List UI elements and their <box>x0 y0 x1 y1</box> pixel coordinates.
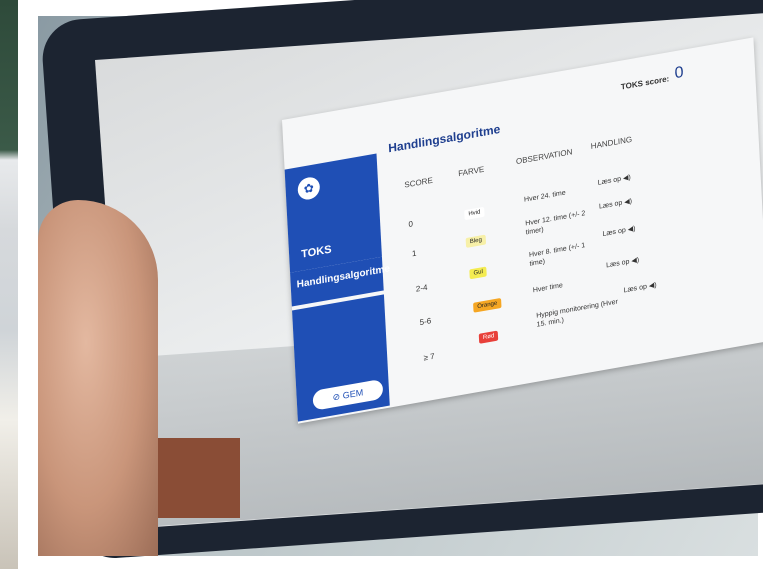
observation-text: Hver 24. time <box>523 189 566 204</box>
table-row-score: 0 <box>408 219 414 229</box>
page-title: Handlingsalgoritme <box>387 121 501 156</box>
color-badge: Hvid <box>464 206 485 221</box>
speaker-icon: ◀) <box>622 174 631 183</box>
color-badge: Orange <box>473 297 502 313</box>
sidebar-header <box>284 153 382 273</box>
background-photo-strip <box>0 0 18 569</box>
action-label: Læs op <box>623 283 648 295</box>
column-header-farve: FARVE <box>457 164 485 179</box>
speaker-icon: ◀) <box>627 225 636 234</box>
save-icon: ⊘ <box>332 390 343 403</box>
table-row-score: 1 <box>411 248 417 259</box>
brown-box <box>155 438 240 518</box>
table-row-score: ≥ 7 <box>423 351 435 363</box>
read-aloud-button[interactable]: Læs op ◀) <box>602 224 635 238</box>
action-label: Læs op <box>605 258 630 270</box>
column-header-observation: OBSERVATION <box>515 147 573 167</box>
sidebar: ✿ TOKS Handlingsalgoritme ⊘ GEM <box>284 149 418 424</box>
color-badge: Bleg <box>465 234 487 248</box>
observation-text: Hver 12. time (+/- 2 timer) <box>525 210 586 237</box>
table-row-score: 2-4 <box>415 282 428 294</box>
action-label: Læs op <box>597 175 622 187</box>
save-button-label: GEM <box>342 387 364 401</box>
column-header-handling: HANDLING <box>590 134 633 151</box>
action-label: Læs op <box>598 199 623 211</box>
speaker-icon: ◀) <box>631 256 640 266</box>
score-label: TOKS score: <box>620 74 670 92</box>
observation-text: Hyppig monitorering (Hver 15. min.) <box>536 298 619 329</box>
speaker-icon: ◀) <box>624 197 633 207</box>
column-header-score: SCORE <box>404 175 434 190</box>
color-badge: Gul <box>469 266 488 280</box>
read-aloud-button[interactable]: Læs op ◀) <box>598 173 631 187</box>
read-aloud-button[interactable]: Læs op ◀) <box>599 197 632 211</box>
score-value: 0 <box>674 63 684 83</box>
speaker-icon: ◀) <box>648 281 657 291</box>
hand <box>38 200 158 556</box>
read-aloud-button[interactable]: Læs op ◀) <box>623 281 656 295</box>
observation-text: Hver time <box>532 282 563 295</box>
table-row-score: 5-6 <box>419 316 432 328</box>
observation-text: Hver 8. time (+/- 1 time) <box>528 242 586 268</box>
read-aloud-button[interactable]: Læs op ◀) <box>606 256 639 270</box>
color-badge: Rød <box>478 330 499 344</box>
action-label: Læs op <box>602 227 627 239</box>
